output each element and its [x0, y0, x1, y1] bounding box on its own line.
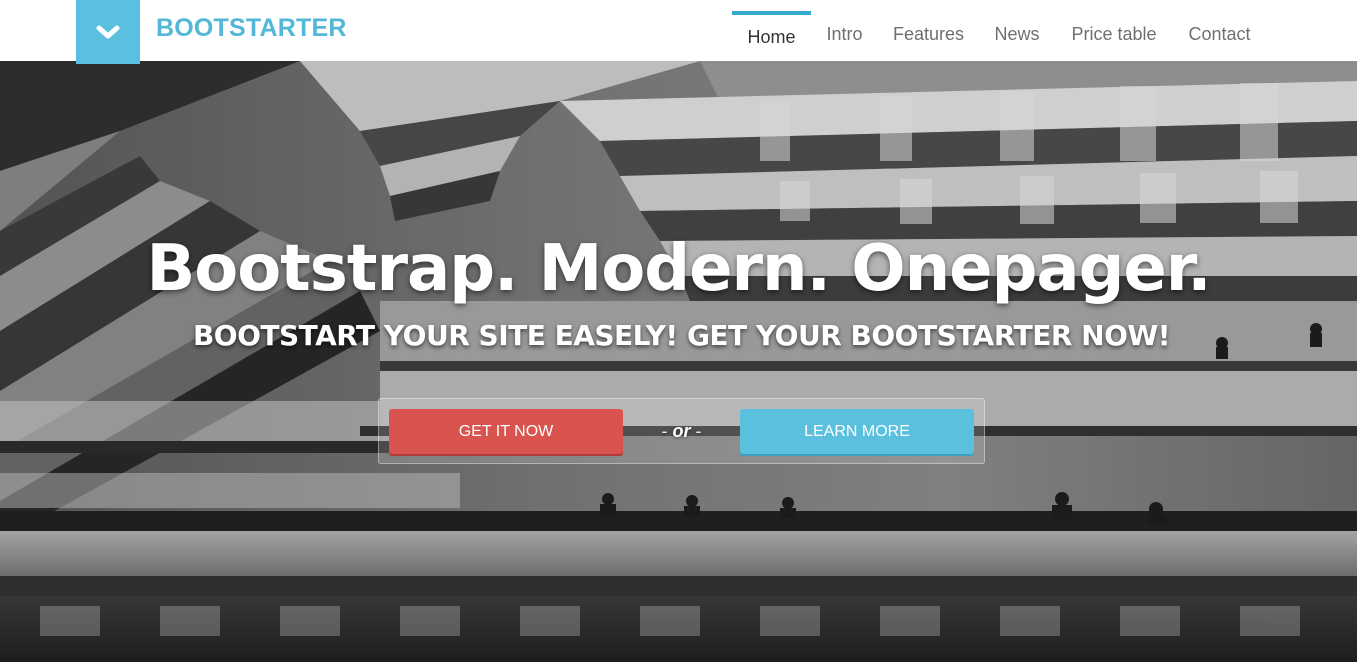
top-navbar: BOOTSTARTER Home Intro Features News Pri… [0, 0, 1357, 64]
or-separator-text: or [672, 421, 691, 441]
chevron-down-icon [96, 25, 120, 39]
nav-item-label: Home [747, 27, 796, 47]
nav-item-features[interactable]: Features [884, 0, 973, 61]
nav-item-label: News [994, 24, 1040, 44]
hero-section: Bootstrap. Modern. Onepager. BOOTSTART Y… [0, 61, 1357, 662]
nav-item-contact[interactable]: Contact [1180, 0, 1259, 61]
nav-item-price-table[interactable]: Price table [1062, 0, 1166, 61]
hero-subtitle: BOOTSTART YOUR SITE EASELY! GET YOUR BOO… [192, 319, 1171, 352]
nav-item-label: Price table [1071, 24, 1157, 44]
hero-title: Bootstrap. Modern. Onepager. [146, 232, 1211, 306]
nav-item-intro[interactable]: Intro [818, 0, 871, 61]
get-it-now-button[interactable]: GET IT NOW [389, 409, 623, 454]
hero-overlay [0, 61, 1357, 662]
brand-logo-text[interactable]: BOOTSTARTER [156, 14, 347, 43]
menu-toggle-button[interactable] [76, 0, 140, 64]
nav-item-label: Features [892, 24, 965, 44]
learn-more-button[interactable]: LEARN MORE [740, 409, 974, 454]
cta-group: GET IT NOW - or - LEARN MORE [378, 398, 985, 464]
or-separator: - or - [661, 421, 702, 441]
nav-item-label: Intro [826, 24, 863, 44]
nav-item-news[interactable]: News [986, 0, 1048, 61]
nav-item-home[interactable]: Home [732, 0, 811, 61]
nav-item-label: Contact [1188, 24, 1251, 44]
